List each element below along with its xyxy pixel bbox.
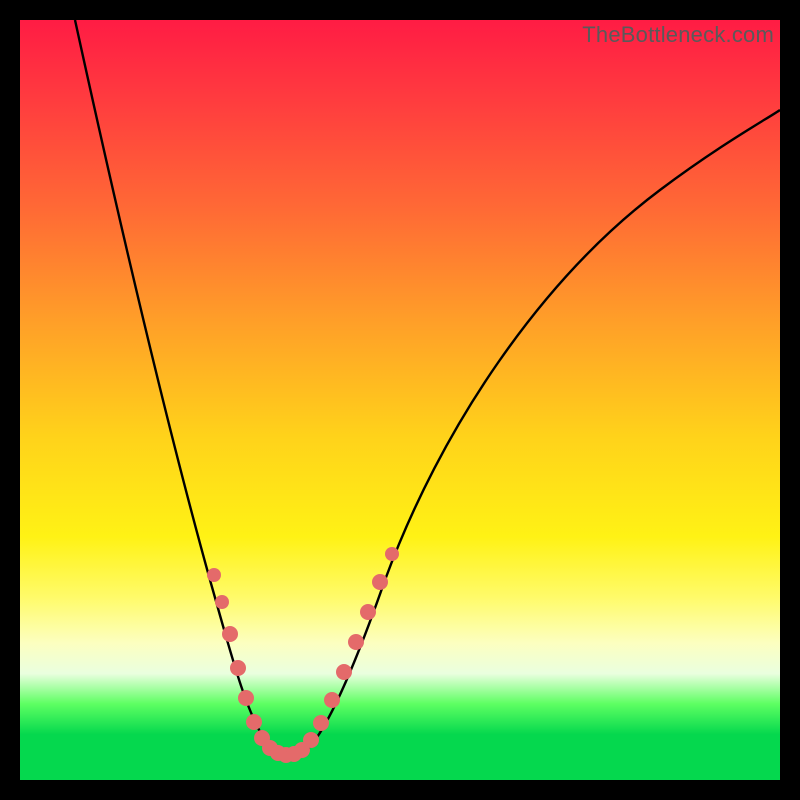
chart-frame: TheBottleneck.com — [20, 20, 780, 780]
highlight-dots — [207, 547, 399, 763]
bottleneck-curve — [75, 20, 780, 757]
bottleneck-curve-svg — [20, 20, 780, 780]
watermark-text: TheBottleneck.com — [582, 22, 774, 48]
